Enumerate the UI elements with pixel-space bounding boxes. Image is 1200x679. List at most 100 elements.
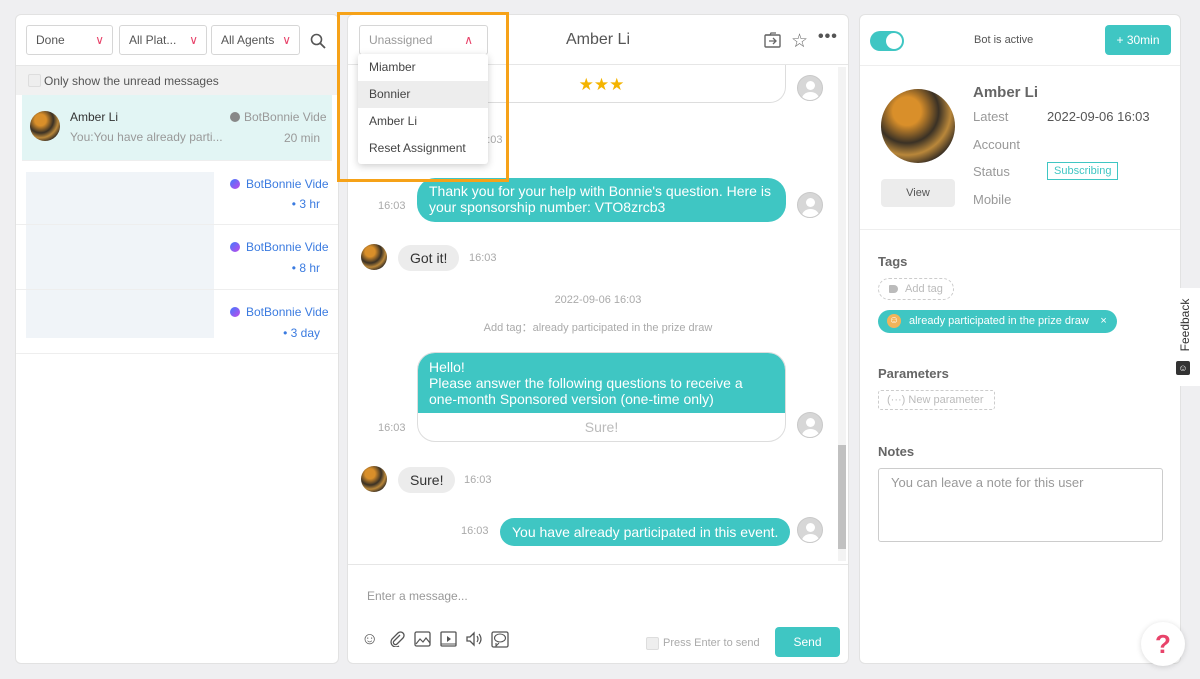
more-icon[interactable]: •••: [818, 28, 838, 46]
incoming-message: Sure!: [398, 467, 456, 493]
agents-filter-label: All Agents: [221, 33, 275, 47]
scrollbar-thumb[interactable]: [838, 445, 846, 549]
messenger-icon: [230, 112, 240, 122]
conversation-preview: You:You have already parti...: [70, 130, 223, 144]
star-icon[interactable]: ☆: [791, 30, 808, 53]
template-text: Hello! Please answer the following quest…: [418, 353, 785, 413]
message-time: 16:03: [469, 252, 497, 264]
conversation-item[interactable]: BotBonnie Vide • 3 hr: [16, 170, 338, 225]
unread-filter-bar[interactable]: Only show the unread messages: [16, 65, 338, 95]
attachment-icon[interactable]: [389, 631, 405, 647]
conversation-name: Amber Li: [70, 110, 119, 124]
bot-avatar: [797, 192, 823, 218]
divider: [860, 229, 1180, 230]
user-avatar: [361, 466, 387, 492]
new-parameter-button[interactable]: (···) New parameter: [878, 390, 995, 410]
user-avatar: [361, 244, 387, 270]
bot-toggle[interactable]: [870, 31, 904, 51]
profile-name: Amber Li: [973, 84, 1039, 101]
help-button[interactable]: ?: [1141, 622, 1185, 666]
composer-divider: [348, 564, 848, 565]
conversation-time: • 8 hr: [291, 261, 320, 275]
conversation-bot: BotBonnie Vide: [246, 305, 329, 319]
profile-avatar: [881, 89, 955, 163]
conversation-bot: BotBonnie Vide: [246, 240, 329, 254]
image-icon[interactable]: [414, 631, 431, 647]
account-label: Account: [973, 137, 1020, 152]
tag-label: already participated in the prize draw: [909, 315, 1089, 327]
audio-icon[interactable]: [465, 631, 483, 647]
mobile-label: Mobile: [973, 192, 1012, 207]
messenger-icon: [230, 307, 240, 317]
parameter-icon: (···): [887, 394, 906, 406]
bot-avatar: [797, 412, 823, 438]
avatar: [30, 111, 60, 141]
view-profile-button[interactable]: View: [881, 179, 955, 207]
notes-title: Notes: [878, 444, 915, 459]
template-button[interactable]: Sure!: [418, 413, 785, 441]
unread-checkbox[interactable]: [28, 74, 41, 87]
send-button[interactable]: Send: [775, 627, 840, 657]
incoming-message: Got it!: [398, 245, 460, 271]
status-label: Status: [973, 164, 1010, 179]
outgoing-message: You have already participated in this ev…: [500, 518, 791, 546]
feedback-icon: ☺: [1176, 361, 1190, 375]
move-to-folder-icon[interactable]: [764, 32, 782, 49]
outgoing-message: Thank you for your help with Bonnie's qu…: [417, 178, 786, 222]
profile-panel: Bot is active + 30min View Amber Li Late…: [859, 14, 1181, 664]
conversation-bot: BotBonnie Vide: [244, 110, 327, 124]
message-time: 16:03: [378, 200, 406, 212]
tag-icon: [889, 285, 898, 293]
video-icon[interactable]: [440, 631, 457, 647]
conversation-item[interactable]: BotBonnie Vide • 8 hr: [16, 225, 338, 290]
template-message: Hello! Please answer the following quest…: [417, 352, 786, 442]
conversation-time: 20 min: [283, 131, 320, 145]
divider: [860, 65, 1180, 66]
message-input[interactable]: Enter a message...: [367, 589, 468, 603]
feedback-label: Feedback: [1178, 298, 1192, 352]
tag-note: Add tag：already participated in the priz…: [483, 322, 713, 334]
chat-scrollbar[interactable]: [838, 67, 846, 561]
add-tag-label: Add tag: [905, 283, 943, 295]
bot-avatar: [797, 75, 823, 101]
message-time: 16:03: [464, 474, 492, 486]
add-tag-button[interactable]: Add tag: [878, 278, 954, 300]
extend-button[interactable]: + 30min: [1105, 25, 1171, 55]
platform-filter[interactable]: All Plat... ∨: [119, 25, 207, 55]
agents-filter[interactable]: All Agents ∨: [211, 25, 300, 55]
message-time: 16:03: [378, 422, 406, 434]
search-icon[interactable]: [310, 33, 326, 49]
bot-avatar: [797, 517, 823, 543]
message-time: 16:03: [461, 525, 489, 537]
chevron-down-icon: ∨: [282, 33, 291, 47]
notes-textarea[interactable]: You can leave a note for this user: [878, 468, 1163, 542]
conversation-time: • 3 hr: [291, 197, 320, 211]
latest-label: Latest: [973, 109, 1009, 124]
stars-text: ★★★: [578, 75, 625, 94]
platform-filter-label: All Plat...: [129, 33, 177, 47]
emoji-icon[interactable]: ☺: [361, 629, 378, 649]
feedback-tab[interactable]: Feedback ☺: [1171, 288, 1200, 386]
conversation-list-panel: Done ∨ All Plat... ∨ All Agents ∨ Only s…: [15, 14, 339, 664]
status-filter-label: Done: [36, 33, 65, 47]
latest-value: 2022-09-06 16:03: [1047, 109, 1150, 124]
new-parameter-label: New parameter: [908, 394, 984, 406]
close-icon[interactable]: ×: [1100, 310, 1106, 333]
status-badge: Subscribing: [1047, 162, 1119, 180]
conversation-item-active[interactable]: Amber Li You:You have already parti... B…: [22, 95, 332, 161]
conversation-item[interactable]: BotBonnie Vide • 3 day: [16, 290, 338, 354]
tag-chip: ☺ already participated in the prize draw…: [878, 310, 1117, 333]
messenger-icon: [230, 242, 240, 252]
tags-title: Tags: [878, 254, 908, 269]
template-message-icon[interactable]: [491, 631, 509, 648]
chevron-down-icon: ∨: [95, 33, 104, 47]
status-filter[interactable]: Done ∨: [26, 25, 113, 55]
unread-label: Only show the unread messages: [44, 74, 219, 88]
bot-status: Bot is active: [974, 34, 1034, 46]
enter-to-send-label: Press Enter to send: [663, 637, 760, 649]
enter-to-send-checkbox[interactable]: [646, 637, 659, 650]
parameters-title: Parameters: [878, 366, 949, 381]
messenger-icon: [230, 179, 240, 189]
conversation-time: • 3 day: [283, 326, 320, 340]
conversation-bot: BotBonnie Vide: [246, 177, 329, 191]
